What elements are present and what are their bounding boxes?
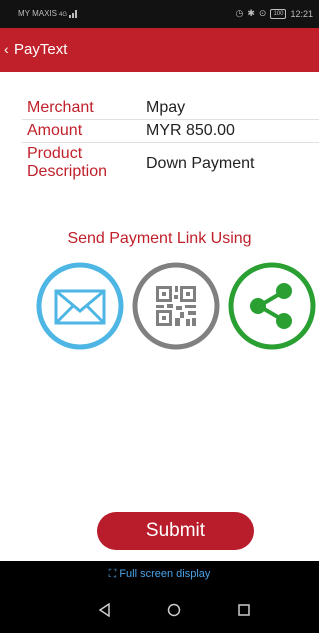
fullscreen-label: Full screen display	[119, 568, 211, 580]
system-navigation-bar: ⛶ Full screen display	[0, 561, 319, 633]
status-right: ◷ ✱ ⊙ 100 12:21	[235, 8, 313, 19]
status-left: MY MAXIS 4G	[18, 9, 77, 18]
detail-row-merchant: Merchant Mpay	[22, 98, 319, 120]
back-nav-icon[interactable]	[98, 603, 112, 617]
location-icon: ⊙	[258, 8, 267, 18]
description-label: Product Description	[27, 145, 108, 180]
detail-row-amount: Amount MYR 850.00	[22, 121, 319, 143]
recents-nav-icon[interactable]	[237, 603, 251, 617]
amount-value: MYR 850.00	[146, 122, 235, 139]
email-share-button[interactable]	[36, 262, 124, 350]
amount-label: Amount	[27, 122, 83, 139]
clock: 12:21	[290, 8, 313, 19]
network-type: 4G	[58, 12, 67, 18]
description-value: Down Payment	[146, 155, 255, 172]
qr-share-button[interactable]	[132, 262, 220, 350]
app-bar: ‹ PayText	[0, 28, 319, 72]
signal-icon	[69, 10, 77, 18]
qr-code-icon	[132, 262, 220, 350]
share-button[interactable]	[228, 262, 316, 350]
merchant-value: Mpay	[146, 99, 186, 116]
battery-icon: 100	[270, 8, 287, 19]
alarm-icon: ◷	[235, 8, 244, 18]
share-icon	[228, 262, 316, 350]
send-link-title: Send Payment Link Using	[67, 230, 252, 247]
merchant-label: Merchant	[27, 99, 94, 116]
detail-row-description: Product Description Down Payment	[22, 144, 319, 184]
submit-button[interactable]: Submit	[97, 512, 254, 550]
back-chevron-icon[interactable]: ‹	[4, 40, 9, 58]
expand-icon: ⛶	[108, 568, 117, 580]
home-nav-icon[interactable]	[167, 603, 181, 617]
fullscreen-display-link[interactable]: ⛶ Full screen display	[0, 568, 319, 581]
app-title: PayText	[14, 41, 68, 58]
status-bar: MY MAXIS 4G ◷ ✱ ⊙ 100 12:21	[0, 0, 319, 28]
carrier-label: MY MAXIS	[18, 9, 57, 18]
email-icon	[36, 262, 124, 350]
bluetooth-icon: ✱	[247, 8, 255, 18]
